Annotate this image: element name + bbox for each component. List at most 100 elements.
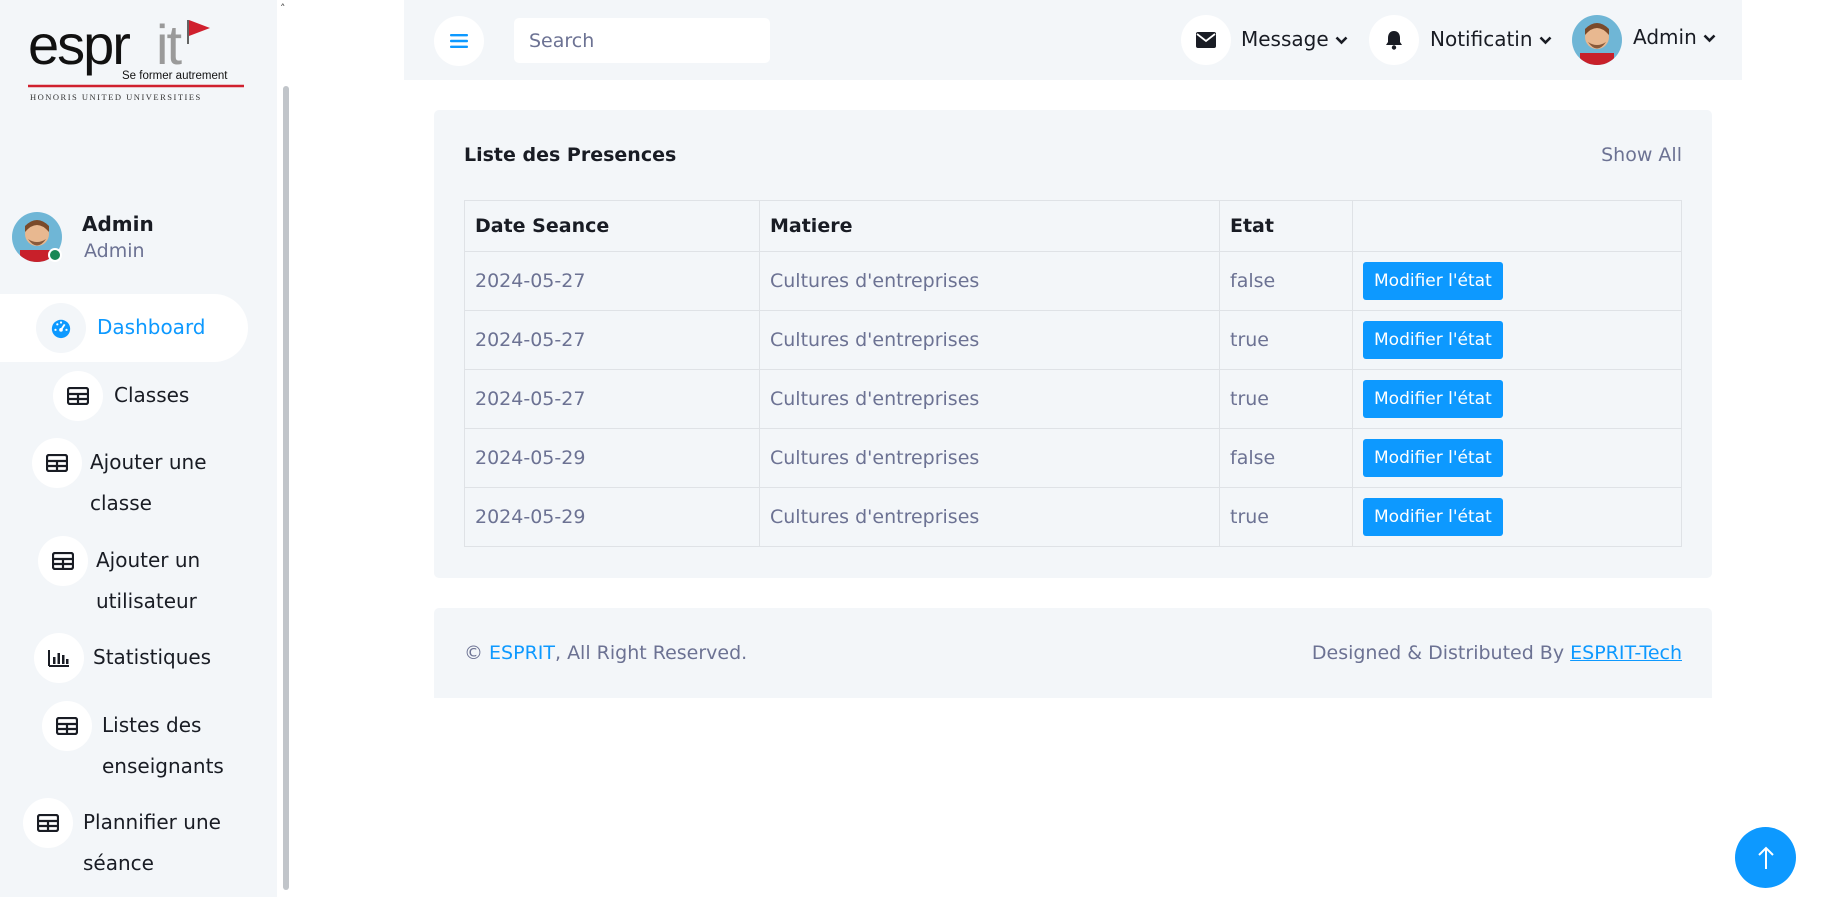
action-cell: Modifier l'état [1352,487,1682,547]
user-dropdown[interactable]: Admin [1633,25,1716,49]
notification-label: Notificatin [1430,27,1533,51]
message-label: Message [1241,27,1329,51]
menu-toggle-button[interactable] [434,16,484,66]
page: espr it Se former autrement HONORIS UNIT… [0,0,1827,897]
back-to-top-button[interactable] [1735,827,1796,888]
sidebar-item-dashboard[interactable]: Dashboard [0,294,248,362]
matiere-cell: Cultures d'entreprises [759,487,1220,547]
date-cell: 2024-05-27 [464,251,760,311]
sidebar-item-plannifier-seance[interactable]: Plannifier une séance [23,798,243,884]
table-row: 2024-05-27 Cultures d'entreprises true M… [464,369,1682,429]
action-cell: Modifier l'état [1352,428,1682,488]
arrow-up-icon [1757,846,1774,869]
profile-name: Admin [82,212,154,236]
matiere-cell: Cultures d'entreprises [759,369,1220,429]
column-header: Date Seance [464,200,760,252]
table-icon [38,536,88,586]
user-label: Admin [1633,25,1697,49]
show-all-link[interactable]: Show All [1601,144,1682,166]
chevron-down-icon [1703,34,1716,43]
action-cell: Modifier l'état [1352,369,1682,429]
matiere-cell: Cultures d'entreprises [759,251,1220,311]
column-header [1352,200,1682,252]
table-icon [42,701,92,751]
table-row: 2024-05-29 Cultures d'entreprises true M… [464,487,1682,547]
sidebar-item-label: Ajouter une classe [90,450,207,515]
message-button[interactable] [1181,15,1231,65]
etat-cell: true [1219,369,1353,429]
table-row: 2024-05-27 Cultures d'entreprises true M… [464,310,1682,370]
esprit-tech-link[interactable]: ESPRIT-Tech [1570,642,1682,664]
table-icon [53,371,103,421]
action-cell: Modifier l'état [1352,310,1682,370]
online-status-dot [48,248,62,262]
bell-icon [1386,31,1402,50]
modifier-etat-button[interactable]: Modifier l'état [1363,321,1503,359]
sidebar-item-label: Listes des enseignants [102,713,224,778]
etat-cell: false [1219,251,1353,311]
dashboard-icon [36,303,86,353]
sidebar-item-label: Classes [114,383,190,407]
sidebar-scrollbar-thumb[interactable] [283,86,289,890]
svg-text:espr: espr [28,16,130,76]
etat-cell: true [1219,310,1353,370]
table-icon [32,438,82,488]
sidebar-item-classes[interactable]: Classes [53,371,189,421]
date-cell: 2024-05-27 [464,310,760,370]
sidebar-item-ajouter-classe[interactable]: Ajouter une classe [32,438,232,524]
user-avatar[interactable] [1572,15,1622,65]
action-cell: Modifier l'état [1352,251,1682,311]
sidebar-item-label: Ajouter un utilisateur [96,548,201,613]
chevron-down-icon [1335,36,1348,45]
column-header: Etat [1219,200,1353,252]
svg-text:Se former autrement: Se former autrement [122,70,228,82]
table-header-row: Date Seance Matiere Etat [464,200,1682,252]
modifier-etat-button[interactable]: Modifier l'état [1363,439,1503,477]
date-cell: 2024-05-29 [464,428,760,488]
hamburger-icon [450,34,468,48]
table-icon [23,798,73,848]
esprit-link[interactable]: ESPRIT [489,642,555,664]
chevron-down-icon [1539,36,1551,45]
sidebar-profile: Admin Admin [12,212,262,266]
modifier-etat-button[interactable]: Modifier l'état [1363,380,1503,418]
copyright-symbol: © [464,642,483,664]
sidebar-item-label: Plannifier une séance [83,810,221,875]
bar-chart-icon [34,633,84,683]
sidebar-item-label: Dashboard [97,315,206,339]
presences-table: Date Seance Matiere Etat 2024-05-27 Cult… [464,200,1682,547]
designed-by-label: Designed & Distributed By [1311,642,1565,664]
table-row: 2024-05-27 Cultures d'entreprises false … [464,251,1682,311]
profile-role: Admin [84,240,145,262]
message-dropdown[interactable]: Message [1241,27,1348,51]
notification-button[interactable] [1369,15,1419,65]
modifier-etat-button[interactable]: Modifier l'état [1363,498,1503,536]
table-row: 2024-05-29 Cultures d'entreprises false … [464,428,1682,488]
sidebar-item-ajouter-utilisateur[interactable]: Ajouter un utilisateur [38,536,238,622]
matiere-cell: Cultures d'entreprises [759,310,1220,370]
sidebar-item-label: Statistiques [93,645,212,669]
sidebar: espr it Se former autrement HONORIS UNIT… [0,0,277,897]
search-input[interactable] [514,18,770,63]
sidebar-item-listes-enseignants[interactable]: Listes des enseignants [42,701,242,787]
etat-cell: false [1219,428,1353,488]
scroll-up-arrow-icon[interactable]: ˄ [280,2,286,15]
presences-card: Liste des Presences Show All Date Seance… [434,110,1712,578]
column-header: Matiere [759,200,1220,252]
copyright-text: © ESPRIT, All Right Reserved. [464,642,747,664]
card-title: Liste des Presences [464,144,677,166]
notification-dropdown[interactable]: Notificatin [1430,27,1552,51]
date-cell: 2024-05-29 [464,487,760,547]
svg-text:it: it [156,16,182,76]
designed-by-text: Designed & Distributed By ESPRIT-Tech [1312,642,1682,664]
svg-text:HONORIS UNITED UNIVERSITIES: HONORIS UNITED UNIVERSITIES [30,92,202,102]
modifier-etat-button[interactable]: Modifier l'état [1363,262,1503,300]
rights-text: , All Right Reserved. [554,642,748,664]
etat-cell: true [1219,487,1353,547]
date-cell: 2024-05-27 [464,369,760,429]
envelope-icon [1196,32,1216,48]
sidebar-item-statistiques[interactable]: Statistiques [34,633,211,683]
footer: © ESPRIT, All Right Reserved. Designed &… [434,608,1712,698]
matiere-cell: Cultures d'entreprises [759,428,1220,488]
esprit-logo[interactable]: espr it Se former autrement HONORIS UNIT… [28,16,248,106]
